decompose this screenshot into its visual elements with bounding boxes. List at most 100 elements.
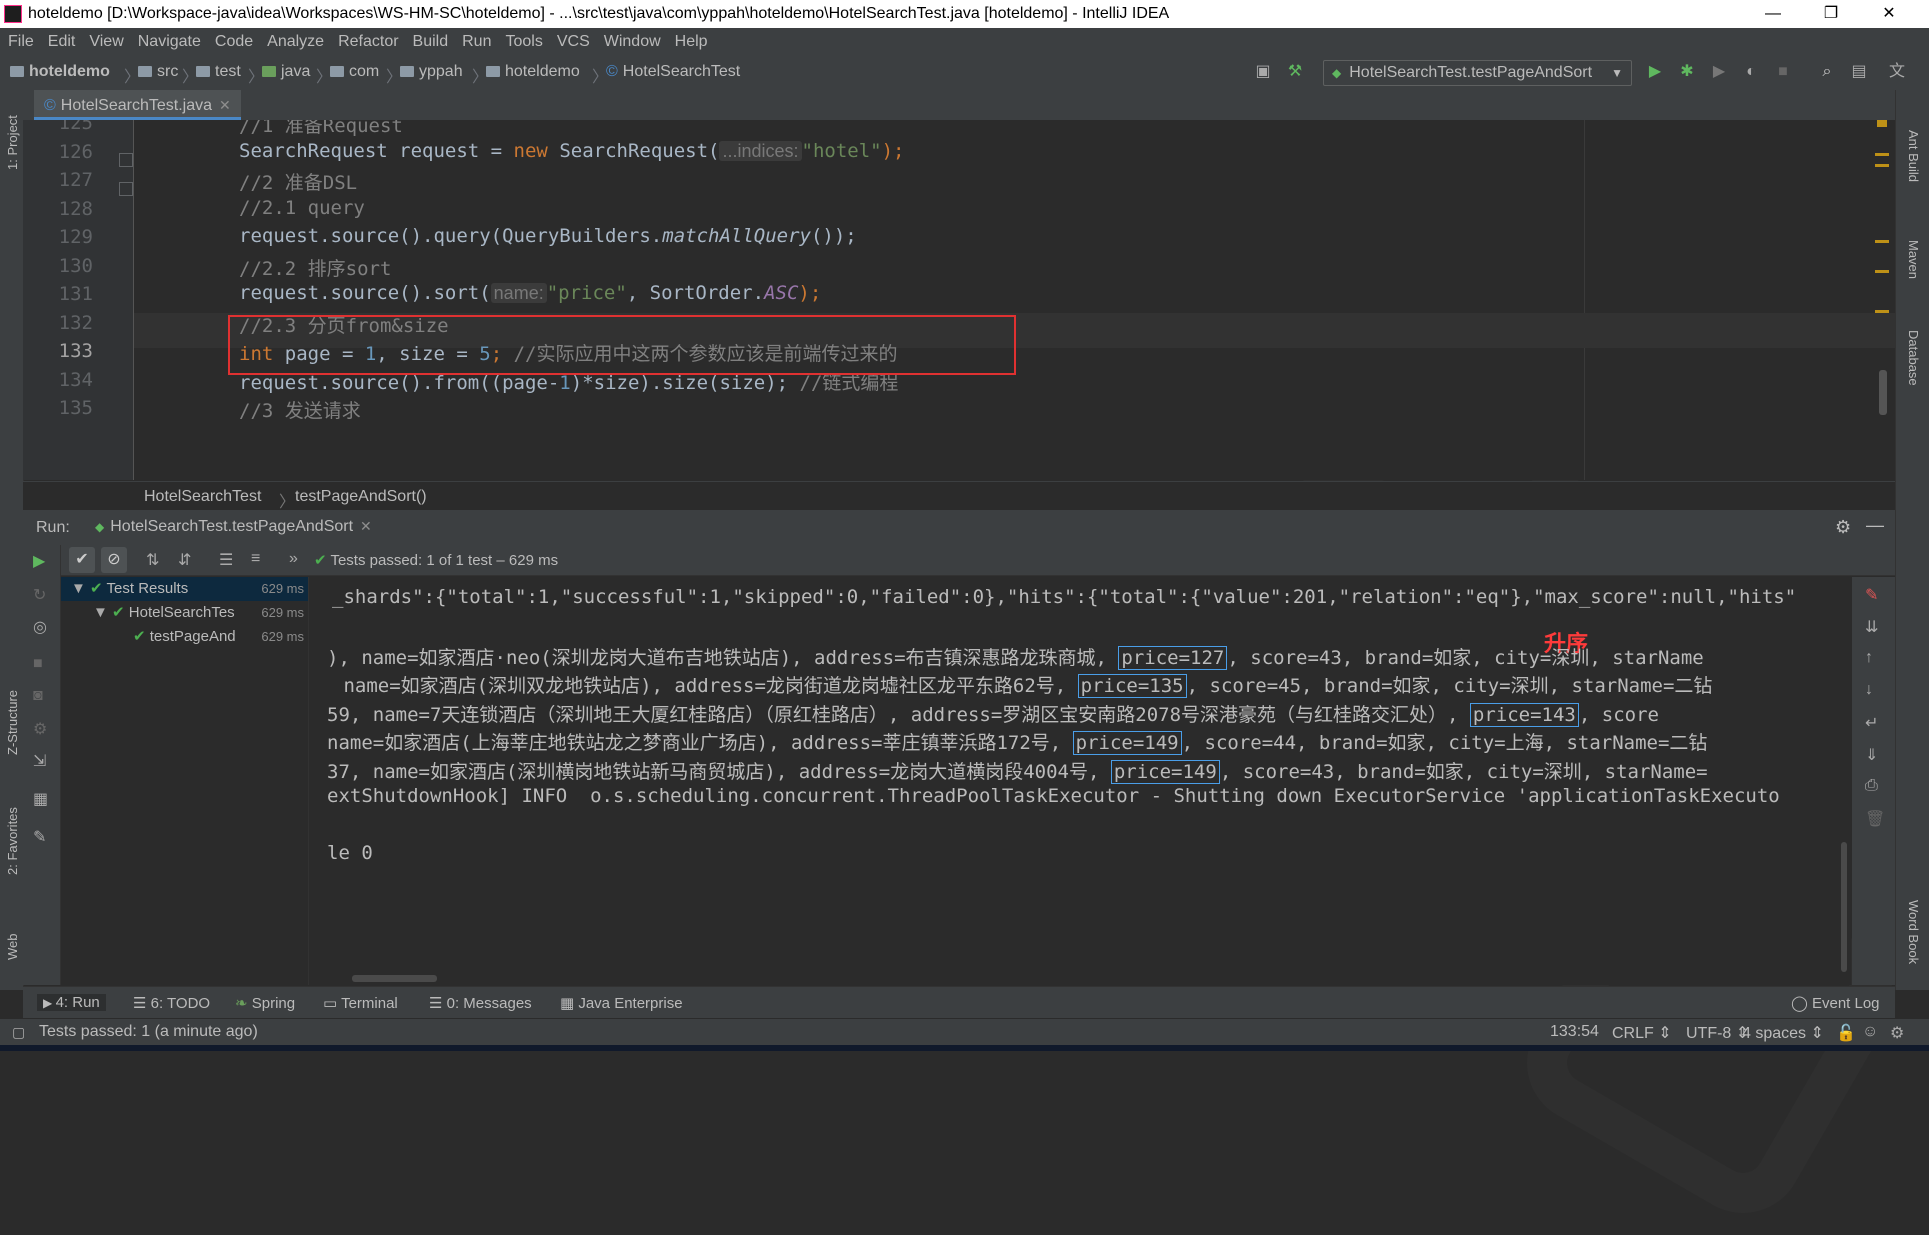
minimize-button[interactable]: — bbox=[1746, 0, 1800, 28]
breadcrumb-java[interactable]: java bbox=[262, 63, 310, 81]
hide-panel-icon[interactable]: — bbox=[1866, 515, 1884, 536]
show-ignored-icon[interactable]: ⊘ bbox=[101, 547, 127, 573]
editor-tab-hotelsearchtest[interactable]: © HotelSearchTest.java ✕ bbox=[34, 90, 241, 120]
project-structure-icon[interactable]: ▤ bbox=[1850, 63, 1868, 81]
stop-icon[interactable]: ■ bbox=[1774, 63, 1792, 81]
database-tool-tab[interactable]: Database bbox=[1906, 330, 1921, 386]
menu-tools[interactable]: Tools bbox=[498, 28, 549, 55]
structure-tool-tab[interactable]: Z-Structure bbox=[5, 690, 20, 755]
scroll-lock-icon[interactable]: ⇓ bbox=[1865, 745, 1878, 765]
toggle-tool-windows-icon[interactable]: ▢ bbox=[12, 1024, 25, 1041]
warning-marker[interactable] bbox=[1877, 120, 1887, 127]
pin-icon[interactable]: ✎ bbox=[33, 827, 46, 847]
fold-marker-icon[interactable] bbox=[119, 182, 133, 196]
menu-refactor[interactable]: Refactor bbox=[331, 28, 405, 55]
lock-icon[interactable]: 🔓 bbox=[1836, 1023, 1856, 1043]
breadcrumb-hoteldemo[interactable]: hoteldemo bbox=[486, 63, 580, 81]
error-stripe-mark[interactable] bbox=[1875, 153, 1889, 156]
breadcrumb-class[interactable]: © HotelSearchTest bbox=[606, 63, 740, 81]
trash-icon[interactable]: 🗑 bbox=[1865, 809, 1885, 829]
tab-spring[interactable]: ❧ Spring bbox=[235, 994, 295, 1012]
run-configuration-select[interactable]: ◆ HotelSearchTest.testPageAndSort ▼ bbox=[1323, 60, 1632, 86]
sort-by-duration-icon[interactable]: ⇵ bbox=[178, 550, 191, 570]
clear-marker-icon[interactable]: ✎ bbox=[1865, 585, 1878, 605]
translate-icon[interactable]: 文 bbox=[1888, 63, 1906, 81]
menu-code[interactable]: Code bbox=[208, 28, 260, 55]
tree-row-test-results[interactable]: ▼ ✔ Test Results 629 ms bbox=[61, 577, 308, 601]
error-stripe-mark[interactable] bbox=[1875, 270, 1889, 273]
web-tool-tab[interactable]: Web bbox=[5, 934, 20, 961]
scroll-to-end-icon[interactable]: ⇊ bbox=[1865, 617, 1878, 637]
tab-run[interactable]: ▶ 4: Run bbox=[37, 994, 106, 1011]
menu-navigate[interactable]: Navigate bbox=[131, 28, 208, 55]
error-stripe-mark[interactable] bbox=[1875, 240, 1889, 243]
maven-tool-tab[interactable]: Maven bbox=[1906, 240, 1921, 279]
code-editor[interactable]: //1 准备Request SearchRequest request = ne… bbox=[134, 120, 1895, 480]
build-window-icon[interactable]: ▣ bbox=[1254, 63, 1272, 81]
more-icon[interactable]: » bbox=[289, 550, 298, 568]
close-tab-icon[interactable]: ✕ bbox=[360, 518, 372, 534]
menu-edit[interactable]: Edit bbox=[41, 28, 83, 55]
tab-java-enterprise[interactable]: ▦ Java Enterprise bbox=[560, 994, 683, 1012]
stop-icon[interactable]: ■ bbox=[33, 655, 43, 673]
tree-row-method[interactable]: ✔ testPageAnd 629 ms bbox=[61, 625, 308, 649]
breadcrumb-class[interactable]: HotelSearchTest bbox=[144, 488, 261, 506]
breadcrumb-com[interactable]: com bbox=[330, 63, 379, 81]
rerun-icon[interactable]: ▶ bbox=[33, 551, 45, 571]
menu-run[interactable]: Run bbox=[455, 28, 498, 55]
breadcrumb-src[interactable]: src bbox=[138, 63, 178, 81]
console-vscrollbar[interactable] bbox=[1841, 842, 1847, 972]
tab-event-log[interactable]: ◯ Event Log bbox=[1791, 994, 1880, 1012]
editor-scrollbar[interactable] bbox=[1879, 370, 1887, 415]
menu-view[interactable]: View bbox=[82, 28, 130, 55]
indent-setting[interactable]: 4 spaces ⇕ bbox=[1742, 1023, 1824, 1043]
tab-todo[interactable]: ☰ 6: TODO bbox=[133, 994, 210, 1012]
run-tab[interactable]: ◆ HotelSearchTest.testPageAndSort ✕ bbox=[95, 518, 372, 536]
menu-help[interactable]: Help bbox=[668, 28, 715, 55]
collapse-all-icon[interactable]: ≡ bbox=[251, 550, 260, 568]
sort-alphabetically-icon[interactable]: ⇅ bbox=[146, 550, 159, 570]
breadcrumb-yppah[interactable]: yppah bbox=[400, 63, 463, 81]
menu-analyze[interactable]: Analyze bbox=[260, 28, 331, 55]
settings-icon[interactable]: ⚙ bbox=[33, 719, 47, 739]
breadcrumb-project[interactable]: hoteldemo bbox=[10, 63, 110, 81]
favorites-tool-tab[interactable]: 2: Favorites bbox=[5, 807, 20, 875]
rerun-failed-icon[interactable]: ↻ bbox=[33, 585, 46, 605]
tab-messages[interactable]: ☰ 0: Messages bbox=[429, 994, 532, 1012]
search-icon[interactable]: ⌕ bbox=[1818, 63, 1836, 81]
tab-terminal[interactable]: ▭ Terminal bbox=[323, 994, 398, 1012]
breadcrumb-test[interactable]: test bbox=[196, 63, 241, 81]
inspector-icon[interactable]: ☺ bbox=[1862, 1023, 1878, 1041]
layout-icon[interactable]: ▦ bbox=[33, 789, 48, 809]
console-hscrollbar[interactable] bbox=[352, 975, 437, 982]
menu-window[interactable]: Window bbox=[597, 28, 668, 55]
maximize-button[interactable]: ❐ bbox=[1804, 0, 1858, 28]
menu-vcs[interactable]: VCS bbox=[550, 28, 597, 55]
down-arrow-icon[interactable]: ↓ bbox=[1865, 681, 1873, 699]
up-arrow-icon[interactable]: ↑ bbox=[1865, 649, 1873, 667]
memory-icon[interactable]: ⚙ bbox=[1890, 1023, 1904, 1043]
breadcrumb-method[interactable]: testPageAndSort() bbox=[295, 488, 427, 506]
coverage-icon[interactable]: ▶ bbox=[1710, 63, 1728, 81]
ant-build-tool-tab[interactable]: Ant Build bbox=[1906, 130, 1921, 182]
gear-icon[interactable]: ⚙ bbox=[1835, 517, 1851, 538]
close-tab-icon[interactable]: ✕ bbox=[219, 97, 231, 113]
show-passed-icon[interactable]: ✔ bbox=[69, 547, 95, 573]
menu-file[interactable]: File bbox=[0, 28, 41, 55]
profile-icon[interactable]: ◐ bbox=[1742, 63, 1760, 81]
tree-row-class[interactable]: ▼ ✔ HotelSearchTes 629 ms bbox=[61, 601, 308, 625]
print-icon[interactable]: ⎙ bbox=[1865, 777, 1878, 795]
menu-build[interactable]: Build bbox=[406, 28, 456, 55]
status-message[interactable]: Tests passed: 1 (a minute ago) bbox=[39, 1023, 258, 1041]
soft-wrap-icon[interactable]: ↵ bbox=[1865, 713, 1878, 733]
fold-marker-icon[interactable] bbox=[119, 153, 133, 167]
camera-icon[interactable]: ◙ bbox=[33, 687, 43, 705]
expand-all-icon[interactable]: ☰ bbox=[219, 550, 233, 570]
close-button[interactable]: ✕ bbox=[1862, 0, 1916, 28]
import-tests-icon[interactable]: ⇲ bbox=[33, 751, 46, 771]
run-icon[interactable]: ▶ bbox=[1646, 63, 1664, 81]
file-encoding[interactable]: UTF-8 ⇕ bbox=[1686, 1023, 1749, 1043]
error-stripe-mark[interactable] bbox=[1875, 310, 1889, 313]
debug-icon[interactable]: ✱ bbox=[1678, 63, 1696, 81]
project-tool-tab[interactable]: 1: Project bbox=[5, 115, 20, 170]
